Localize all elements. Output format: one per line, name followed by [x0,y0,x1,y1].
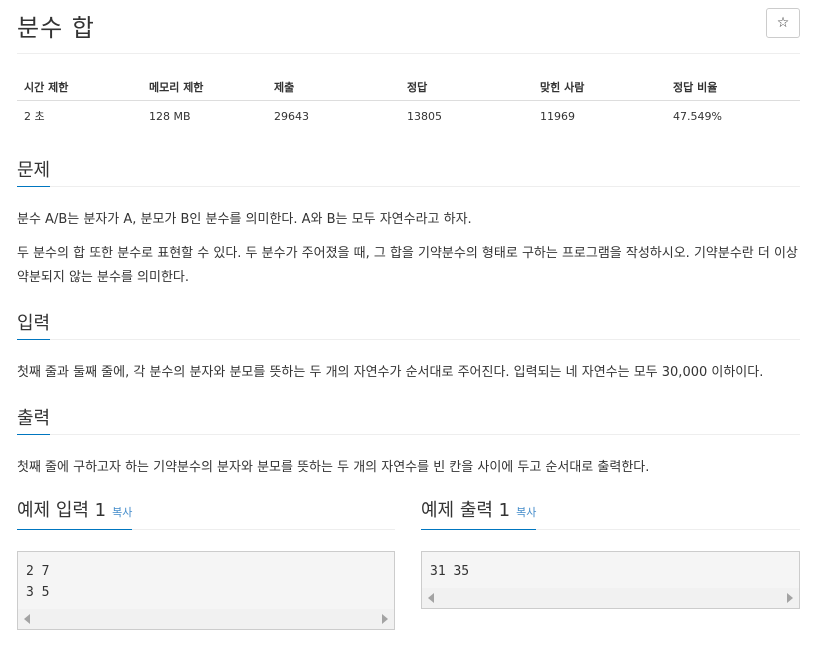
title-divider [17,53,800,54]
input-section-header: 입력 [17,311,800,340]
output-section-header: 출력 [17,406,800,435]
header-accepted: 정답 [400,74,533,101]
horizontal-scrollbar[interactable] [422,588,799,608]
problem-page: 분수 합 ☆ 시간 제한 메모리 제한 제출 정답 맞힌 사람 정답 비율 2 … [0,0,814,646]
output-heading: 출력 [17,408,51,435]
problem-info-table: 시간 제한 메모리 제한 제출 정답 맞힌 사람 정답 비율 2 초 128 M… [17,74,800,131]
value-submissions: 29643 [274,109,309,123]
value-accept-ratio: 47.549% [673,109,722,123]
problem-description-2: 두 분수의 합 또한 분수로 표현할 수 있다. 두 분수가 주어졌을 때, 그… [17,246,798,285]
scroll-left-icon[interactable] [24,614,30,624]
input-description: 첫째 줄과 둘째 줄에, 각 분수의 분자와 분모를 뜻하는 두 개의 자연수가… [17,365,764,380]
sample-input-header: 예제 입력 1 복사 [17,499,395,530]
star-icon: ☆ [776,15,790,31]
table-header-row: 시간 제한 메모리 제한 제출 정답 맞힌 사람 정답 비율 [17,74,800,101]
horizontal-scrollbar[interactable] [18,609,394,629]
value-solved-users: 11969 [540,109,575,123]
copy-input-button[interactable]: 복사 [112,506,132,519]
header-solved-users: 맞힌 사람 [533,74,666,101]
header-submissions: 제출 [267,74,400,101]
star-button[interactable]: ☆ [766,8,800,38]
sample-input-box[interactable]: 2 7 3 5 [17,551,395,630]
copy-output-button[interactable]: 복사 [516,506,536,519]
header-time-limit: 시간 제한 [17,74,142,101]
problem-description-1: 분수 A/B는 분자가 A, 분모가 B인 분수를 의미한다. A와 B는 모두… [17,212,472,227]
header-accept-ratio: 정답 비율 [666,74,800,101]
scroll-right-icon[interactable] [787,593,793,603]
sample-input-title: 예제 입력 1 복사 [17,500,133,530]
header-memory-limit: 메모리 제한 [142,74,267,101]
value-time-limit: 2 초 [24,110,45,123]
table-row: 2 초 128 MB 29643 13805 11969 47.549% [17,101,800,132]
sample-output-title: 예제 출력 1 복사 [421,500,537,530]
sample-input-title-text: 예제 입력 1 [17,500,107,521]
sample-output-box[interactable]: 31 35 [421,551,800,609]
sample-output-header: 예제 출력 1 복사 [421,499,800,530]
value-accepted: 13805 [407,109,442,123]
problem-heading: 문제 [17,160,51,187]
problem-section-header: 문제 [17,158,800,187]
sample-input-content: 2 7 3 5 [26,564,50,600]
page-title: 분수 합 [17,14,95,42]
output-description: 첫째 줄에 구하고자 하는 기약분수의 분자와 분모를 뜻하는 두 개의 자연수… [17,460,650,475]
input-heading: 입력 [17,313,51,340]
scroll-left-icon[interactable] [428,593,434,603]
sample-output-title-text: 예제 출력 1 [421,500,511,521]
scroll-right-icon[interactable] [382,614,388,624]
value-memory-limit: 128 MB [149,109,191,123]
sample-output-content: 31 35 [430,564,470,579]
